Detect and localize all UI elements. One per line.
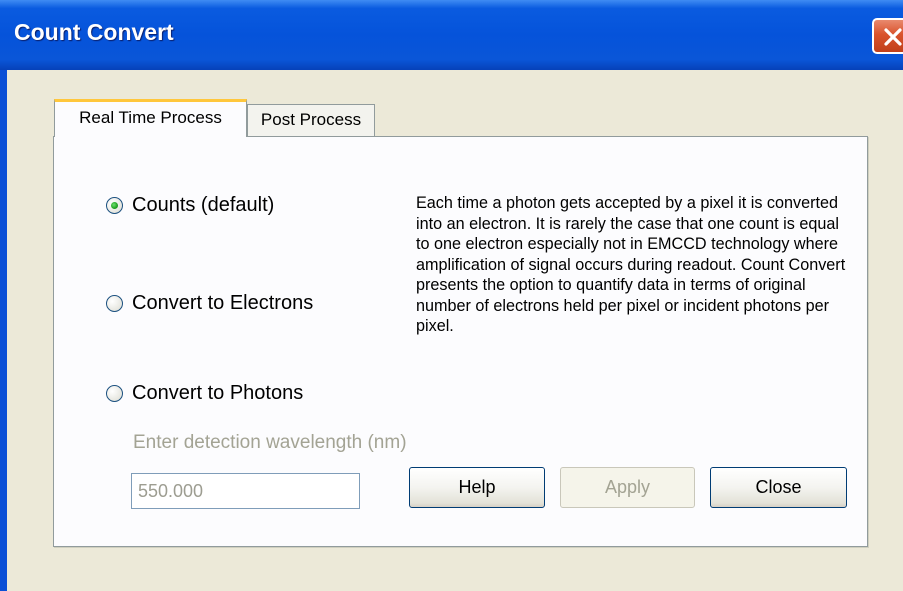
- apply-button[interactable]: Apply: [560, 467, 695, 508]
- radio-label-photons: Convert to Photons: [132, 382, 304, 404]
- wavelength-label: Enter detection wavelength (nm): [133, 432, 407, 453]
- dialog-window: Count Convert Real Time Process Post Pro…: [0, 0, 903, 591]
- close-window-button[interactable]: [872, 18, 903, 54]
- radio-button[interactable]: [106, 385, 123, 402]
- help-button[interactable]: Help: [409, 467, 545, 508]
- radio-label-counts: Counts (default): [132, 194, 275, 216]
- close-icon: [884, 28, 902, 46]
- radio-counts-default[interactable]: Counts (default): [106, 194, 274, 217]
- description-text: Each time a photon gets accepted by a pi…: [416, 194, 846, 335]
- wavelength-input[interactable]: [131, 473, 360, 509]
- radio-convert-to-electrons[interactable]: Convert to Electrons: [106, 292, 313, 315]
- tab-real-time-process[interactable]: Real Time Process: [54, 99, 247, 137]
- close-button[interactable]: Close: [710, 467, 847, 508]
- title-bar[interactable]: Count Convert: [0, 0, 903, 70]
- radio-convert-to-photons[interactable]: Convert to Photons: [106, 382, 303, 405]
- radio-button[interactable]: [106, 295, 123, 312]
- radio-label-electrons: Convert to Electrons: [132, 292, 314, 314]
- window-border: [0, 70, 7, 591]
- tab-post-process[interactable]: Post Process: [247, 104, 375, 136]
- radio-button-selected[interactable]: [106, 197, 123, 214]
- window-title: Count Convert: [14, 19, 174, 45]
